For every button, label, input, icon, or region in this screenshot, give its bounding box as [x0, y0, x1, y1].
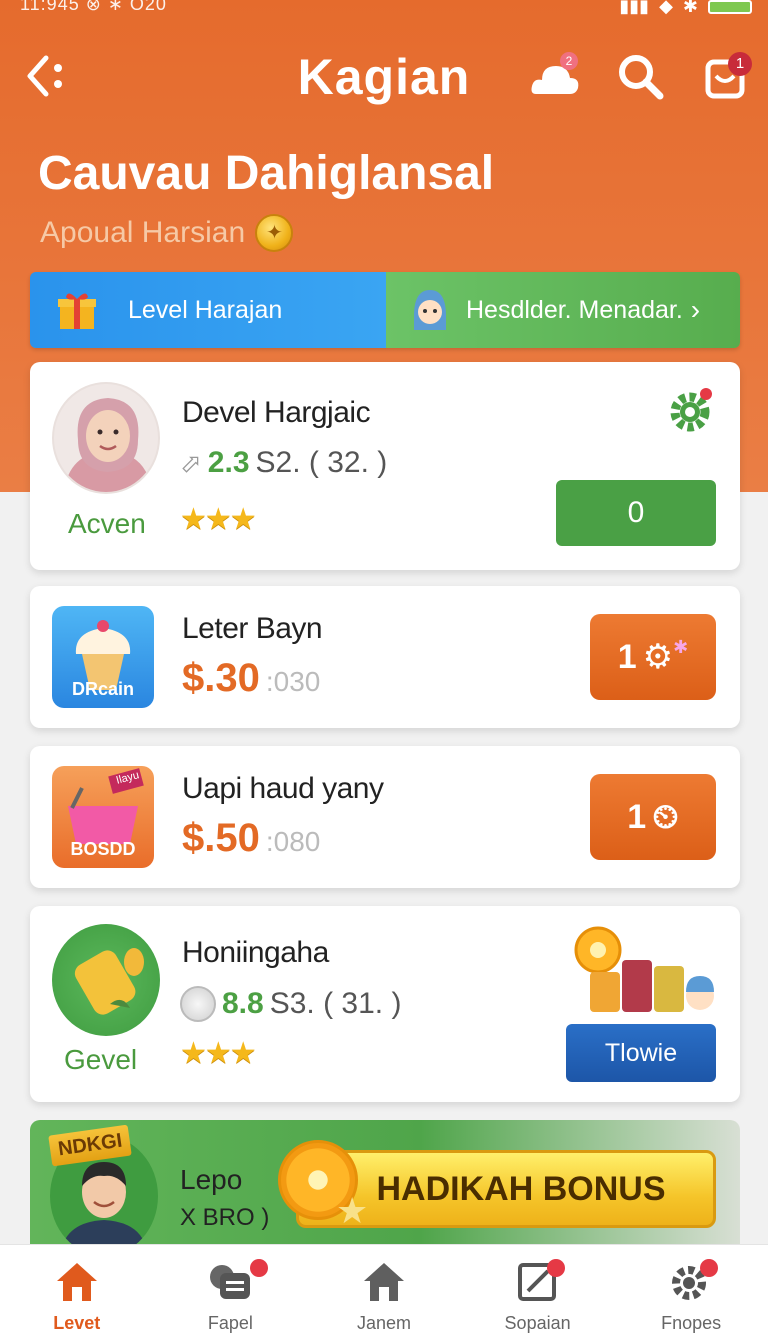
card-title: Devel Hargjaic — [182, 396, 371, 429]
hero-subtitle-text: Apoual Harsian — [40, 216, 246, 249]
holder-label: Hesdlder. Menadar. — [466, 295, 683, 324]
profile-avatar — [52, 382, 160, 494]
person-avatar-icon — [64, 398, 152, 492]
jars-illustration-icon — [574, 926, 714, 1012]
home-icon — [56, 1263, 97, 1301]
chat-icon — [210, 1265, 251, 1299]
mascot-icon — [414, 290, 446, 330]
price-sub: :080 — [265, 826, 321, 857]
nav-item-sopaian[interactable]: Sopaian — [461, 1245, 615, 1344]
nav-item-janem[interactable]: Janem — [307, 1245, 461, 1344]
house-icon — [363, 1263, 404, 1301]
card-price: $.50:080 — [182, 816, 320, 861]
claim-button[interactable]: 1 ⏲ — [590, 774, 716, 860]
hero-subtitle: Apoual Harsian — [40, 214, 294, 252]
sparkle-icon: ✱ — [673, 636, 689, 657]
star-icon: ★ — [336, 1190, 369, 1231]
action-button[interactable]: Tlowie — [566, 1024, 716, 1082]
chevron-right-icon: › — [690, 294, 701, 325]
coin-icon — [180, 986, 216, 1022]
card-title: Leter Bayn — [182, 612, 323, 645]
price-sub: :030 — [265, 666, 321, 697]
card-rating: 8.8 S3. ( 31. ) — [180, 986, 401, 1022]
product-card[interactable]: Ilayu BOSDD Uapi haud yany $.50:080 1 ⏲ — [30, 746, 740, 888]
product-image: DRcain — [52, 606, 154, 708]
gift-icon — [58, 293, 96, 329]
nav-label: Fnopes — [661, 1313, 722, 1333]
honey-jar-icon — [74, 948, 144, 1015]
product-tag: BOSDD — [70, 839, 136, 859]
status-time: 11:945 ⊗ ∗ O20 — [20, 0, 167, 14]
star-rating: ★★★ — [180, 1037, 257, 1070]
price-value: $.50 — [182, 816, 260, 860]
notification-badge: 2 — [560, 52, 578, 70]
gear-icon — [670, 388, 712, 432]
search-icon — [619, 55, 664, 100]
coin-icon — [255, 214, 294, 252]
product-avatar — [52, 924, 160, 1036]
status-label: Gevel — [64, 1044, 138, 1075]
product-card[interactable]: DRcain Leter Bayn $.30:030 1 ⚙ ✱ — [30, 586, 740, 728]
product-tag: DRcain — [71, 679, 134, 699]
card-rating: ⬀ 2.3 S2. ( 32. ) — [180, 446, 387, 480]
cart-button[interactable]: 1 — [698, 46, 754, 102]
search-button[interactable] — [614, 50, 666, 102]
claim-count: 1 — [627, 797, 647, 836]
notification-dot — [700, 1259, 719, 1277]
nav-item-levet[interactable]: Levet — [0, 1245, 154, 1344]
wifi-icon: ◆ — [659, 0, 673, 16]
signal-icon: ▮▮▮ — [619, 0, 650, 16]
status-label: Acven — [68, 508, 146, 539]
holder-button[interactable]: Hesdlder. Menadar. › — [386, 272, 740, 348]
action-button[interactable]: 0 — [556, 480, 716, 546]
settings-button[interactable] — [666, 388, 714, 436]
rating-value: 2.3 — [207, 446, 250, 479]
rating-value: 8.8 — [222, 987, 264, 1020]
hero-title: Cauvau Dahiglansal — [38, 147, 495, 200]
product-image: Ilayu BOSDD — [52, 766, 154, 868]
bonus-card[interactable]: NDKGI Lepo X BRO ) HADIKAH BONUS ★ — [30, 1120, 740, 1252]
tag-icon: ⬀ — [180, 447, 202, 478]
bonus-subtitle: X BRO ) — [180, 1204, 270, 1231]
rating-meta: S2. ( 32. ) — [255, 446, 388, 479]
cart-badge: 1 — [728, 52, 752, 76]
claim-button[interactable]: 1 ⚙ ✱ — [590, 614, 716, 700]
notification-dot — [249, 1259, 268, 1277]
notifications-button[interactable]: 2 — [528, 50, 584, 100]
bonus-title: Lepo — [180, 1164, 243, 1195]
star-rating: ★★★ — [180, 503, 257, 536]
level-label: Level Harajan — [128, 295, 283, 324]
level-banner[interactable]: Level Harajan Hesdlder. Menadar. › — [30, 272, 740, 348]
bottom-nav: Levet Fapel Janem Sopaian Fnopes — [0, 1244, 768, 1344]
card-price: $.30:030 — [182, 656, 320, 701]
top-bar: Kagian 2 1 — [0, 38, 768, 114]
price-value: $.30 — [182, 656, 260, 700]
battery-icon — [708, 0, 752, 14]
timer-icon: ⏲ — [652, 797, 679, 836]
nav-label: Fapel — [207, 1313, 253, 1333]
nav-label: Levet — [53, 1313, 101, 1333]
bluetooth-icon: ✱ — [682, 0, 698, 16]
claim-count: 1 — [617, 637, 637, 676]
notification-dot — [546, 1259, 565, 1277]
profile-card[interactable]: Honiingaha 8.8 S3. ( 31. ) Gevel ★★★ Tlo… — [30, 906, 740, 1102]
card-title: Honiingaha — [182, 936, 329, 969]
nav-label: Janem — [356, 1313, 411, 1333]
card-title: Uapi haud yany — [182, 772, 384, 805]
gear-icon: ⚙ — [642, 638, 674, 676]
status-bar: 11:945 ⊗ ∗ O20 ▮▮▮ ◆ ✱ — [0, 0, 768, 18]
nav-label: Sopaian — [504, 1313, 571, 1333]
status-icons: ▮▮▮ ◆ ✱ — [619, 0, 752, 17]
nav-item-fapel[interactable]: Fapel — [154, 1245, 308, 1344]
rating-meta: S3. ( 31. ) — [269, 987, 402, 1020]
level-button[interactable]: Level Harajan — [30, 272, 386, 348]
profile-card[interactable]: Devel Hargjaic ⬀ 2.3 S2. ( 32. ) Acven ★… — [30, 362, 740, 570]
nav-item-fnopes[interactable]: Fnopes — [614, 1245, 768, 1344]
